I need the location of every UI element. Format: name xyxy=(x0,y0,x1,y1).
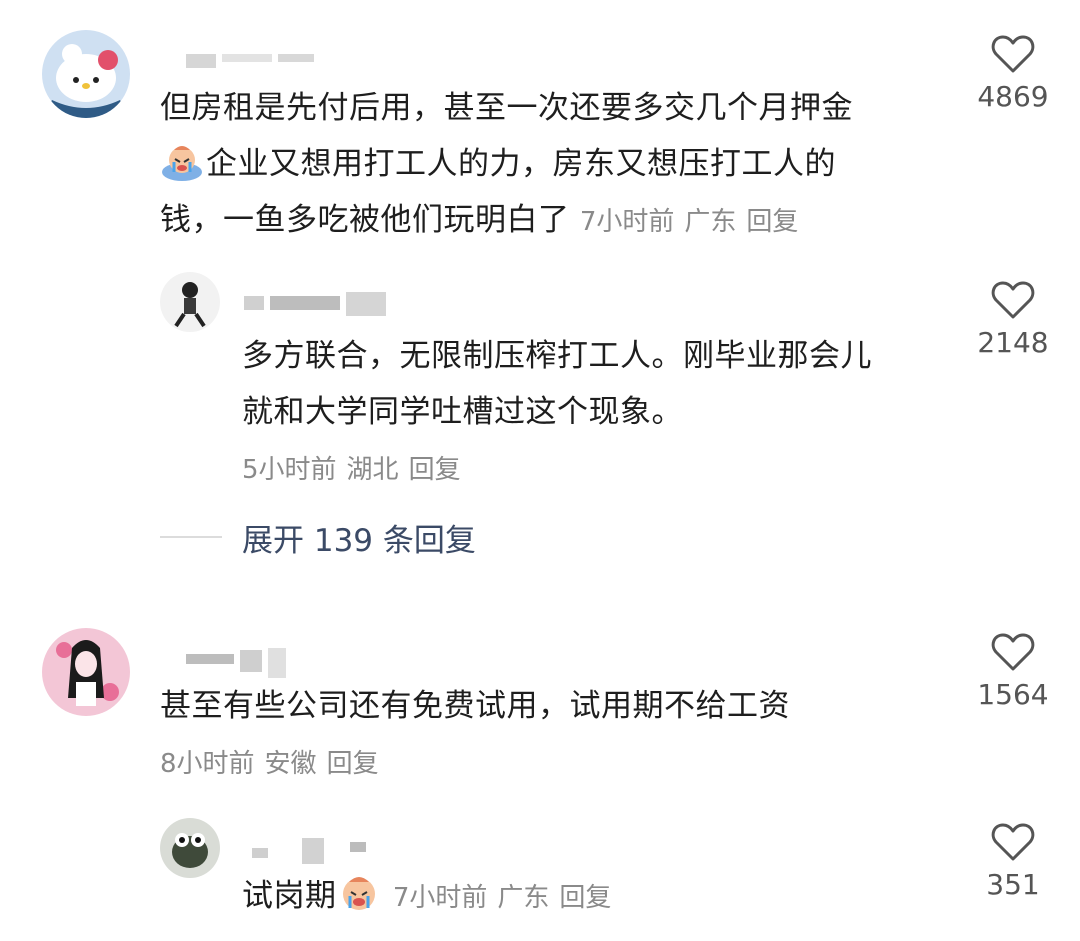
comment-text: 试岗期 7小时前 广东 回复 xyxy=(242,868,962,926)
like-count: 1564 xyxy=(977,678,1049,711)
divider xyxy=(160,536,222,538)
expand-replies-button[interactable]: 展开 139 条回复 xyxy=(160,512,476,562)
like-widget: 351 xyxy=(958,822,1068,901)
heart-icon[interactable] xyxy=(991,632,1035,672)
heart-icon[interactable] xyxy=(991,280,1035,320)
comment-meta: 7小时前 广东 回复 xyxy=(392,883,612,913)
like-widget: 4869 xyxy=(958,34,1068,113)
username[interactable] xyxy=(186,54,320,68)
reply-button[interactable]: 回复 xyxy=(559,883,611,913)
comment-text: 多方联合，无限制压榨打工人。刚毕业那会儿 就和大学同学吐槽过这个现象。 5小时前… xyxy=(242,328,962,498)
comment-meta: 7小时前 广东 回复 xyxy=(579,207,799,237)
avatar[interactable] xyxy=(160,818,220,878)
heart-icon[interactable] xyxy=(991,34,1035,74)
reply-button[interactable]: 回复 xyxy=(746,207,798,237)
crying-emoji-icon xyxy=(160,142,204,182)
expand-replies-label: 展开 139 条回复 xyxy=(242,522,476,559)
username[interactable] xyxy=(244,292,392,316)
reply-button[interactable]: 回复 xyxy=(409,455,461,485)
comment-text: 甚至有些公司还有免费试用，试用期不给工资 8小时前 安徽 回复 xyxy=(160,678,960,792)
avatar[interactable] xyxy=(42,30,130,118)
avatar[interactable] xyxy=(42,628,130,716)
comment-meta: 8小时前 安徽 回复 xyxy=(160,749,379,779)
like-widget: 2148 xyxy=(958,280,1068,359)
username[interactable] xyxy=(186,648,292,678)
avatar[interactable] xyxy=(160,272,220,332)
heart-icon[interactable] xyxy=(991,822,1035,862)
reply-button[interactable]: 回复 xyxy=(327,749,379,779)
like-count: 351 xyxy=(986,868,1040,901)
crying-emoji-icon xyxy=(337,874,381,914)
like-count: 2148 xyxy=(977,326,1049,359)
username[interactable] xyxy=(252,838,372,864)
like-count: 4869 xyxy=(977,80,1049,113)
like-widget: 1564 xyxy=(958,632,1068,711)
comment-text: 但房租是先付后用，甚至一次还要多交几个月押金 企业又想用打工人的力，房东又想压打… xyxy=(160,90,853,238)
comment-meta: 5小时前 湖北 回复 xyxy=(242,455,461,485)
